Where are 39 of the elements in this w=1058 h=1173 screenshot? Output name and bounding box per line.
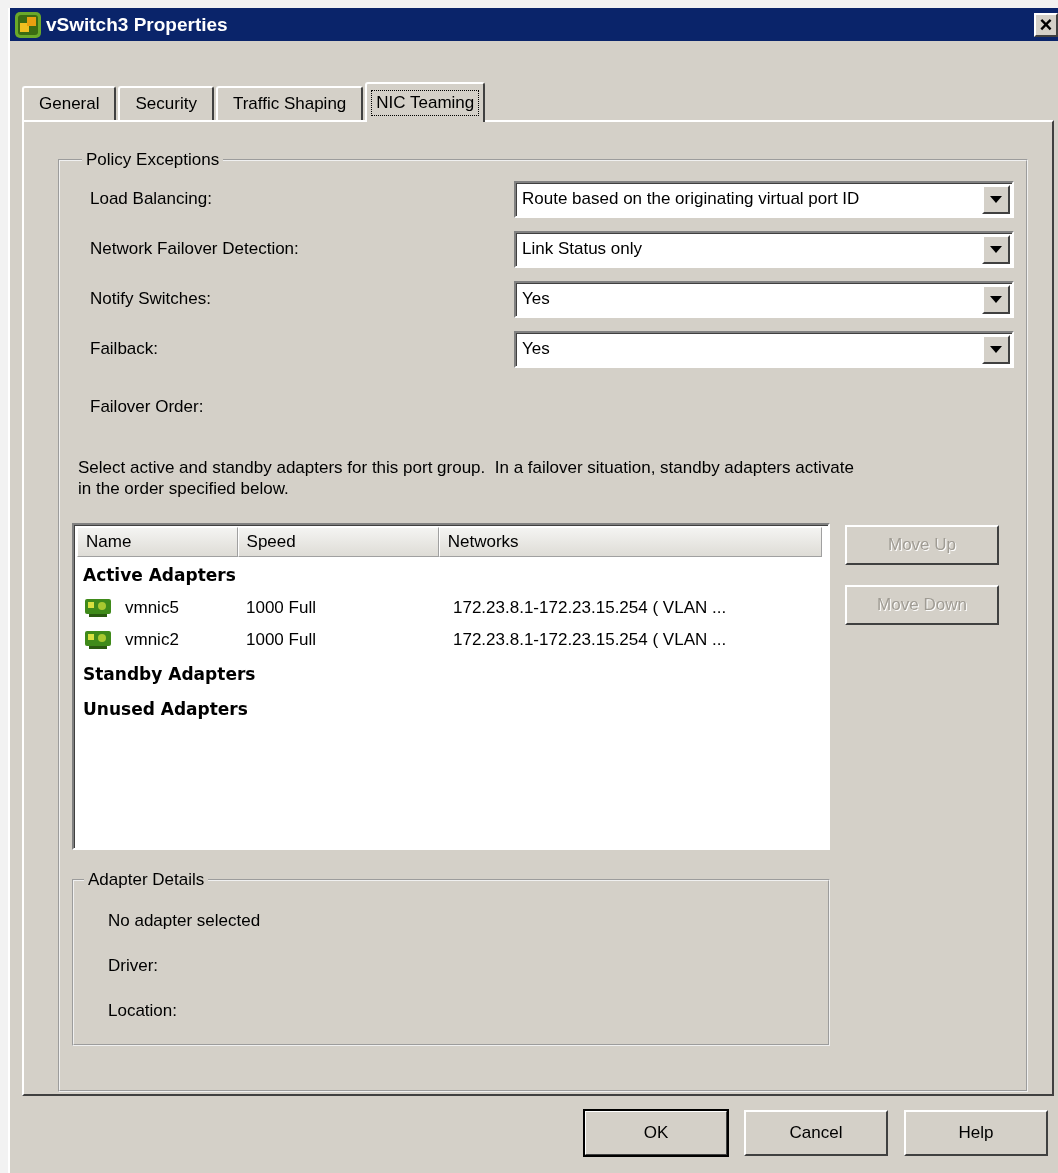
tab[interactable]: General [22,86,117,120]
detail-text: Location: [107,999,178,1022]
group-title: Policy Exceptions [85,150,221,170]
description-text: Select active and standby adapters for this port group. In a failover situation, standby adapters activate in the order specified below. [78,457,855,499]
group-header: Active Adapters [82,563,237,587]
field-label: Network Failover Detection: [89,239,300,259]
dialog-button[interactable]: Cancel [744,1110,888,1156]
detail-text: Driver: [107,954,160,977]
field-label: Load Balancing: [89,189,213,209]
section-label: Failover Order: [90,397,205,417]
app-icon [14,10,42,39]
network-card-icon [85,630,111,650]
window-title: vSwitch3 Properties [46,13,229,36]
adapter-name: vmnic5 [125,598,179,618]
dropdown[interactable]: Link Status only [514,230,1014,268]
adapter-speed: 1000 Full [245,630,317,650]
group-header: Unused Adapters [82,697,249,721]
dropdown[interactable]: Yes [514,330,1014,368]
group-title: Adapter Details [87,870,206,890]
dropdown[interactable]: Route based on the originating virtual port ID [514,180,1014,218]
tab[interactable]: NIC Teaming [365,82,486,122]
field-label: Notify Switches: [89,289,212,309]
network-card-icon [85,598,111,618]
dialog-button[interactable]: Help [904,1110,1048,1156]
adapter-networks: 172.23.8.1-172.23.15.254 ( VLAN ... [452,630,727,650]
close-button[interactable]: × [1034,12,1058,37]
adapter-speed: 1000 Full [245,598,317,618]
group-header: Standby Adapters [82,662,257,686]
tab[interactable]: Security [118,86,214,120]
adapter-name: vmnic2 [125,630,179,650]
dialog-button[interactable]: OK [584,1110,728,1156]
adapter-networks: 172.23.8.1-172.23.15.254 ( VLAN ... [452,598,727,618]
dropdown[interactable]: Yes [514,280,1014,318]
column-header[interactable]: Speed [237,527,439,557]
column-header[interactable]: Networks [438,527,822,557]
column-header[interactable]: Name [77,527,238,557]
detail-text: No adapter selected [107,909,262,932]
tab[interactable]: Traffic Shaping [215,86,364,120]
field-label: Failback: [89,339,160,359]
